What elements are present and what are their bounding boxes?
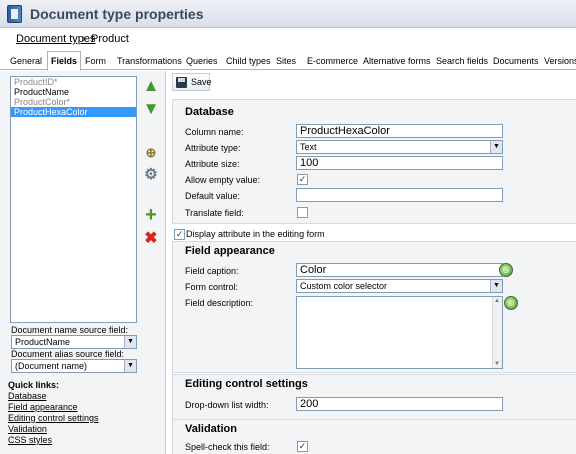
new-category-icon[interactable]: ⊕ <box>142 144 160 162</box>
form-control-value: Custom color selector <box>300 281 388 291</box>
quick-link-database[interactable]: Database <box>8 391 47 401</box>
validation-title: Validation <box>185 423 237 435</box>
add-field-icon[interactable]: + <box>142 205 160 225</box>
tab-bar: General Fields Form Transformations Quer… <box>0 50 576 71</box>
attribute-type-select[interactable]: Text ▼ <box>296 140 503 154</box>
tab-alternative-forms[interactable]: Alternative forms <box>363 53 431 70</box>
delete-field-icon[interactable]: ✖ <box>142 230 160 248</box>
scroll-up-icon[interactable]: ▲ <box>494 298 500 304</box>
chevron-down-icon: ▼ <box>124 360 136 372</box>
tab-general[interactable]: General <box>10 53 42 70</box>
tab-form[interactable]: Form <box>85 53 106 70</box>
alias-source-select[interactable]: (Document name) ▼ <box>11 359 137 373</box>
attribute-type-label: Attribute type: <box>185 143 241 153</box>
save-button[interactable]: Save <box>172 73 212 91</box>
tab-versions[interactable]: Versions <box>544 53 576 70</box>
editing-control-section: Editing control settings Drop-down list … <box>172 374 576 420</box>
chevron-down-icon: ▼ <box>490 280 502 292</box>
spellcheck-label: Spell-check this field: <box>185 442 270 452</box>
name-source-value: ProductName <box>15 337 71 347</box>
database-section: Database Column name: ProductHexaColor A… <box>172 99 576 224</box>
breadcrumb-current: Product <box>91 33 129 45</box>
validation-section: Validation Spell-check this field: ✓ <box>172 419 576 454</box>
field-item-productname[interactable]: ProductName <box>11 87 136 97</box>
attribute-type-value: Text <box>300 142 317 152</box>
allow-empty-label: Allow empty value: <box>185 175 261 185</box>
alias-source-label: Document alias source field: <box>11 349 125 359</box>
quick-link-editing-control-settings[interactable]: Editing control settings <box>8 413 99 423</box>
field-caption-label: Field caption: <box>185 266 239 276</box>
tab-e-commerce[interactable]: E-commerce <box>307 53 358 70</box>
chevron-down-icon: ▼ <box>490 141 502 153</box>
name-source-select[interactable]: ProductName ▼ <box>11 335 137 349</box>
field-properties-panel: Save Database Column name: ProductHexaCo… <box>166 71 576 454</box>
database-title: Database <box>185 106 234 118</box>
document-type-icon <box>7 5 22 23</box>
tab-child-types[interactable]: Child types <box>226 53 271 70</box>
localize-macro-icon[interactable]: ◎ <box>499 263 513 277</box>
quick-link-validation[interactable]: Validation <box>8 424 47 434</box>
field-description-wrapper: ▲ ▼ ◎ <box>173 296 576 369</box>
fields-listbox[interactable]: ProductID* ProductName ProductColor* Pro… <box>10 76 137 323</box>
translate-field-label: Translate field: <box>185 208 244 218</box>
move-down-arrow-icon[interactable]: ▼ <box>142 100 160 118</box>
floppy-disk-icon <box>176 77 187 88</box>
textarea-scrollbar[interactable]: ▲ ▼ <box>492 297 502 368</box>
field-appearance-section: Field appearance Field caption: Color ◎ … <box>172 241 576 373</box>
page-title: Document type properties <box>30 6 204 22</box>
gear-add-icon[interactable]: ⚙ <box>142 166 160 184</box>
tab-sites[interactable]: Sites <box>276 53 296 70</box>
default-value-label: Default value: <box>185 191 241 201</box>
tab-search-fields[interactable]: Search fields <box>436 53 488 70</box>
attribute-size-input[interactable]: 100 <box>296 156 503 170</box>
fields-sidebar: ProductID* ProductName ProductColor* Pro… <box>0 71 166 454</box>
form-control-select[interactable]: Custom color selector ▼ <box>296 279 503 293</box>
form-control-label: Form control: <box>185 282 239 292</box>
field-item-productid[interactable]: ProductID* <box>11 77 136 87</box>
quick-links-title: Quick links: <box>8 380 60 390</box>
title-bar: Document type properties <box>0 0 576 28</box>
tab-fields[interactable]: Fields <box>47 51 82 71</box>
toolbar: Save <box>166 71 576 93</box>
tab-documents[interactable]: Documents <box>493 53 539 70</box>
field-item-producthexacolor[interactable]: ProductHexaColor <box>11 107 136 117</box>
quick-link-css-styles[interactable]: CSS styles <box>8 435 52 445</box>
move-up-arrow-icon[interactable]: ▲ <box>142 77 160 95</box>
display-attribute-label: Display attribute in the editing form <box>186 229 325 239</box>
dropdown-width-label: Drop-down list width: <box>185 400 269 410</box>
tab-transformations[interactable]: Transformations <box>117 53 182 70</box>
editing-control-title: Editing control settings <box>185 378 308 390</box>
field-caption-input[interactable]: Color <box>296 263 503 277</box>
breadcrumb: Document types › Product <box>0 28 576 50</box>
name-source-label: Document name source field: <box>11 325 129 335</box>
localize-macro-icon[interactable]: ◎ <box>504 296 518 310</box>
breadcrumb-separator: › <box>82 33 86 45</box>
default-value-input[interactable] <box>296 188 503 202</box>
attribute-size-label: Attribute size: <box>185 159 240 169</box>
spellcheck-checkbox[interactable]: ✓ <box>297 441 308 452</box>
field-item-productcolor[interactable]: ProductColor* <box>11 97 136 107</box>
dropdown-width-input[interactable]: 200 <box>296 397 503 411</box>
column-name-label: Column name: <box>185 127 244 137</box>
save-label: Save <box>191 77 212 87</box>
display-attribute-checkbox[interactable]: ✓ <box>174 229 185 240</box>
tab-queries[interactable]: Queries <box>186 53 218 70</box>
translate-field-checkbox[interactable] <box>297 207 308 218</box>
chevron-down-icon: ▼ <box>124 336 136 348</box>
scroll-down-icon[interactable]: ▼ <box>494 361 500 367</box>
field-description-textarea[interactable]: ▲ ▼ <box>296 296 503 369</box>
column-name-input[interactable]: ProductHexaColor <box>296 124 503 138</box>
field-appearance-title: Field appearance <box>185 245 275 257</box>
quick-link-field-appearance[interactable]: Field appearance <box>8 402 78 412</box>
alias-source-value: (Document name) <box>15 361 88 371</box>
allow-empty-checkbox[interactable]: ✓ <box>297 174 308 185</box>
